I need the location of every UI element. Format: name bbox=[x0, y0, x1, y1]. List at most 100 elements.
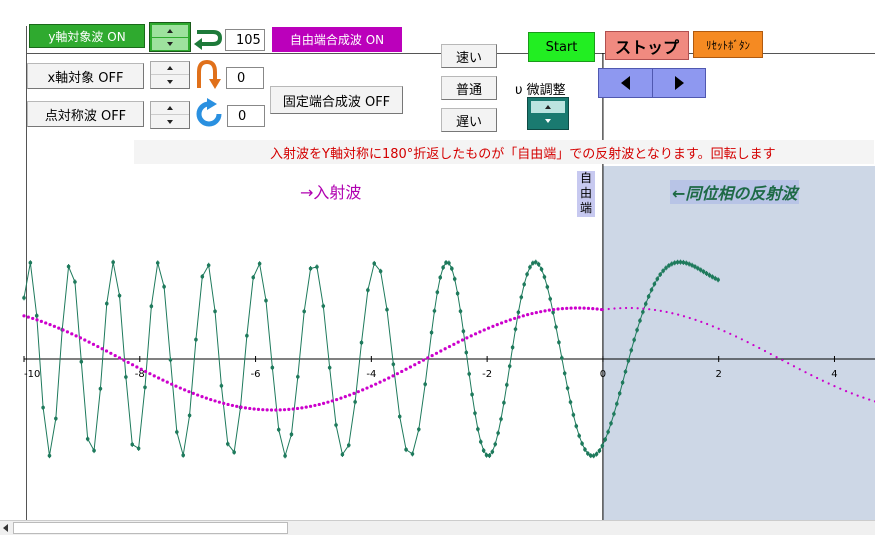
x-tick-label: -2 bbox=[482, 369, 492, 380]
step-left-button[interactable] bbox=[599, 69, 653, 97]
incident-point bbox=[70, 332, 74, 336]
free-end-composite-button[interactable]: 自由端合成波 ON bbox=[272, 27, 402, 52]
spin-down-button[interactable] bbox=[151, 75, 189, 88]
notice-text: 入射波をY軸対称に180°折返したものが「自由端」での反射波となります。回転しま… bbox=[270, 147, 776, 162]
reflected-point bbox=[827, 382, 830, 385]
composite-point bbox=[635, 328, 639, 332]
fine-tune-label: υ 微調整 bbox=[515, 83, 566, 98]
composite-point bbox=[136, 446, 141, 451]
incident-point bbox=[39, 319, 43, 323]
fine-tune-spinner[interactable] bbox=[527, 97, 569, 130]
incident-point bbox=[317, 402, 321, 407]
composite-point bbox=[557, 340, 561, 345]
composite-point bbox=[429, 330, 434, 335]
incident-point bbox=[31, 316, 35, 321]
composite-point bbox=[580, 441, 584, 446]
speed-slow-button[interactable]: 遅い bbox=[441, 108, 497, 132]
reflected-point bbox=[711, 325, 715, 328]
reflected-point bbox=[700, 320, 703, 323]
speed-normal-button[interactable]: 普通 bbox=[441, 76, 497, 100]
spin-up-button[interactable] bbox=[531, 101, 565, 113]
composite-point bbox=[505, 383, 509, 387]
incident-point bbox=[152, 374, 156, 378]
spin-down-button[interactable] bbox=[531, 115, 565, 127]
composite-point bbox=[378, 269, 383, 274]
phase-spinner[interactable] bbox=[149, 22, 191, 52]
composite-point bbox=[533, 260, 538, 264]
x-tick-label: -10 bbox=[24, 369, 40, 380]
composite-point bbox=[435, 290, 440, 295]
composite-point bbox=[507, 364, 512, 368]
incident-point bbox=[200, 395, 204, 399]
horizontal-scrollbar[interactable] bbox=[0, 520, 875, 535]
composite-point bbox=[467, 372, 471, 376]
rotate-arrow-orange-icon[interactable] bbox=[192, 58, 222, 92]
start-button[interactable]: Start bbox=[528, 32, 595, 62]
x-axis-wave-button[interactable]: x軸対象 OFF bbox=[27, 63, 144, 89]
x-axis-value-field[interactable]: 0 bbox=[226, 67, 264, 89]
incident-point bbox=[213, 399, 217, 403]
scroll-left-icon[interactable] bbox=[3, 524, 8, 532]
fixed-end-composite-button[interactable]: 固定端合成波 OFF bbox=[270, 86, 403, 114]
reflected-point bbox=[688, 316, 691, 320]
incident-point bbox=[91, 342, 96, 346]
composite-point bbox=[47, 453, 52, 458]
composite-point bbox=[397, 414, 402, 419]
composite-point bbox=[194, 337, 198, 342]
reset-button[interactable]: ﾘｾｯﾄﾎﾞﾀﾝ bbox=[693, 31, 763, 58]
incident-point bbox=[343, 395, 347, 399]
composite-point bbox=[568, 400, 573, 404]
composite-point bbox=[264, 298, 268, 303]
composite-point bbox=[438, 275, 443, 280]
incident-point bbox=[552, 307, 556, 312]
composite-point bbox=[54, 416, 58, 421]
incident-point bbox=[165, 380, 169, 384]
phase-value-field[interactable]: 105 bbox=[225, 29, 265, 51]
spin-down-button[interactable] bbox=[151, 115, 189, 128]
spin-up-button[interactable] bbox=[152, 25, 188, 37]
incident-point bbox=[269, 408, 274, 412]
spin-up-button[interactable] bbox=[151, 62, 189, 75]
rotate-arrow-green-icon[interactable] bbox=[193, 24, 223, 52]
composite-point bbox=[155, 261, 160, 265]
y-axis-wave-button[interactable]: y軸対象波 ON bbox=[29, 24, 145, 48]
stop-button[interactable]: ストップ bbox=[605, 31, 689, 60]
incident-point bbox=[204, 396, 208, 400]
reflected-point bbox=[682, 315, 686, 318]
composite-point bbox=[583, 447, 587, 452]
point-sym-value-field[interactable]: 0 bbox=[227, 105, 265, 127]
reflected-point bbox=[798, 368, 801, 371]
reflected-point bbox=[833, 385, 836, 388]
composite-point bbox=[716, 277, 720, 282]
reflected-point bbox=[821, 379, 824, 382]
reflected-point bbox=[810, 374, 813, 377]
spin-down-button[interactable] bbox=[152, 38, 188, 50]
step-right-button[interactable] bbox=[653, 69, 705, 97]
spin-up-button[interactable] bbox=[151, 102, 189, 115]
point-sym-spinner[interactable] bbox=[150, 101, 190, 129]
speed-fast-button[interactable]: 速い bbox=[441, 44, 497, 68]
composite-point bbox=[655, 277, 660, 281]
incident-point bbox=[486, 326, 491, 330]
composite-point bbox=[417, 427, 421, 432]
rotate-arrow-blue-icon[interactable] bbox=[193, 98, 225, 130]
incident-point bbox=[382, 378, 386, 382]
incident-point bbox=[57, 326, 61, 330]
composite-point bbox=[461, 329, 466, 334]
point-symmetric-button[interactable]: 点対称波 OFF bbox=[27, 101, 144, 127]
x-axis-spinner[interactable] bbox=[150, 61, 190, 89]
composite-point bbox=[609, 421, 613, 426]
x-tick-label: 4 bbox=[831, 369, 837, 380]
incident-point bbox=[313, 403, 317, 408]
composite-point bbox=[41, 405, 45, 410]
composite-point bbox=[487, 453, 492, 458]
incident-point bbox=[530, 311, 534, 316]
x-tick-label: -6 bbox=[251, 369, 261, 380]
incident-point bbox=[156, 376, 161, 380]
scrollbar-thumb[interactable] bbox=[13, 522, 288, 534]
reflected-point bbox=[677, 313, 680, 316]
composite-point bbox=[73, 280, 77, 284]
composite-point bbox=[385, 307, 389, 312]
composite-point bbox=[162, 284, 166, 289]
composite-point bbox=[519, 295, 524, 299]
